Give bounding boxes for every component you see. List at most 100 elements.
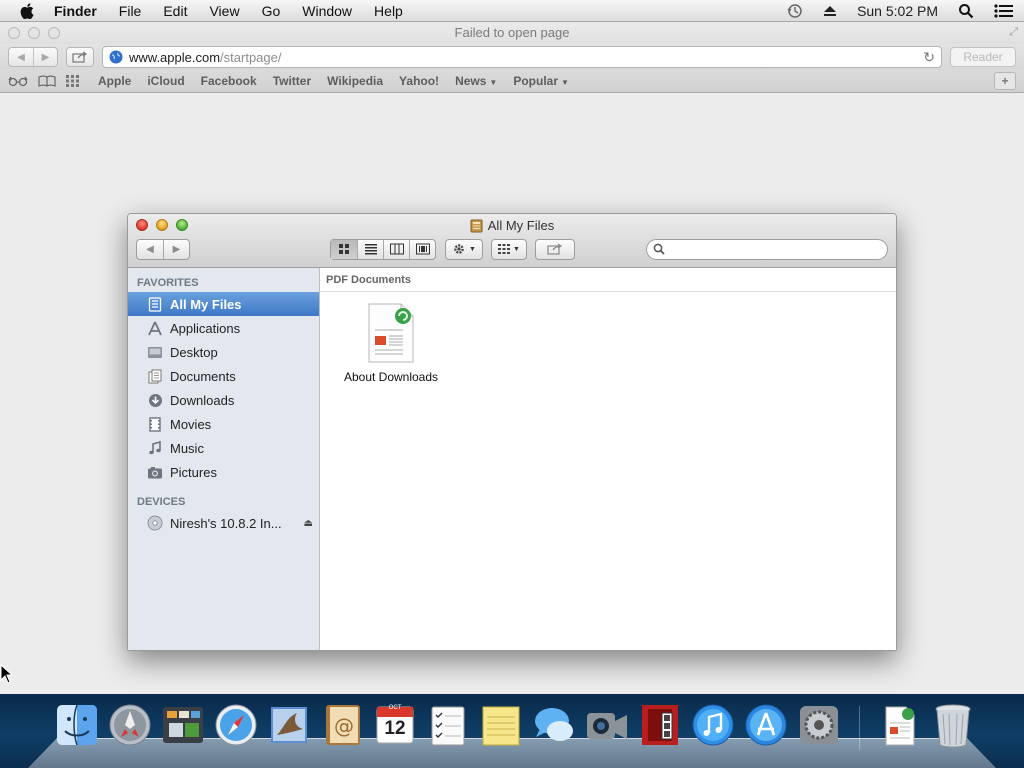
dock-safari-icon[interactable] xyxy=(213,700,259,750)
menu-window[interactable]: Window xyxy=(291,0,363,22)
eject-icon[interactable] xyxy=(823,5,837,17)
finder-window: All My Files ◀ ▶ ▼ ▼ FAVORITES All My Fi… xyxy=(127,213,897,651)
share-button[interactable] xyxy=(534,238,575,260)
dock-system-preferences-icon[interactable] xyxy=(796,700,842,750)
sidebar-item-applications[interactable]: Applications xyxy=(128,316,319,340)
sidebar-item-label: Downloads xyxy=(170,392,235,408)
list-view-icon[interactable] xyxy=(357,239,383,259)
dock-reminders-icon[interactable] xyxy=(425,700,471,750)
sidebar-item-all-my-files[interactable]: All My Files xyxy=(128,292,319,316)
forward-button[interactable]: ▶ xyxy=(163,239,189,259)
dock-mission-control-icon[interactable] xyxy=(160,700,206,750)
menu-go[interactable]: Go xyxy=(251,0,292,22)
finder-title-text: All My Files xyxy=(487,218,555,233)
dock-notes-icon[interactable] xyxy=(478,700,524,750)
back-button[interactable]: ◀ xyxy=(137,240,163,259)
reload-icon[interactable]: ↻ xyxy=(923,49,935,66)
forward-button[interactable]: ▶ xyxy=(33,48,57,66)
bookmark-facebook[interactable]: Facebook xyxy=(193,74,265,88)
chevron-down-icon: ▼ xyxy=(489,78,498,87)
finder-content: PDF Documents About Downloads xyxy=(320,268,896,650)
menu-app-name[interactable]: Finder xyxy=(54,0,108,22)
reader-button[interactable]: Reader xyxy=(950,47,1016,67)
dock-downloads-stack-icon[interactable] xyxy=(877,700,923,750)
downloads-icon xyxy=(146,392,164,408)
bookmark-apple[interactable]: Apple xyxy=(90,74,139,88)
share-icon xyxy=(547,243,562,255)
menu-help[interactable]: Help xyxy=(363,0,414,22)
sidebar-item-movies[interactable]: Movies xyxy=(128,412,319,436)
bookmark-folder-popular[interactable]: Popular ▼ xyxy=(505,74,577,88)
file-item-about-downloads[interactable]: About Downloads xyxy=(336,302,446,384)
file-label: About Downloads xyxy=(343,370,439,384)
dock-mail-icon[interactable] xyxy=(266,700,312,750)
cover-flow-view-icon[interactable] xyxy=(409,239,435,259)
bookmark-folder-news[interactable]: News ▼ xyxy=(447,74,505,88)
arrange-grid-icon xyxy=(497,244,510,254)
bookmarks-icon[interactable] xyxy=(38,75,56,87)
sidebar-item-label: Pictures xyxy=(170,464,217,480)
menu-bar: Finder File Edit View Go Window Help Sun… xyxy=(0,0,1024,22)
finder-body: FAVORITES All My Files Applications Desk… xyxy=(128,268,896,650)
column-view-icon[interactable] xyxy=(383,239,409,259)
dock-itunes-icon[interactable] xyxy=(690,700,736,750)
sidebar-item-device[interactable]: Niresh's 10.8.2 In... ⏏ xyxy=(128,511,319,535)
all-files-icon xyxy=(470,219,483,232)
spotlight-search-icon[interactable] xyxy=(958,3,974,19)
menubar-clock[interactable]: Sun 5:02 PM xyxy=(857,3,938,19)
sidebar-item-downloads[interactable]: Downloads xyxy=(128,388,319,412)
eject-icon[interactable]: ⏏ xyxy=(304,518,313,529)
sidebar-item-documents[interactable]: Documents xyxy=(128,364,319,388)
pictures-icon xyxy=(146,464,164,480)
share-icon xyxy=(72,51,88,63)
safari-toolbar: ◀ ▶ www.apple.com/startpage/ ↻ Reader xyxy=(0,44,1024,70)
finder-back-forward: ◀ ▶ xyxy=(136,238,190,260)
notification-center-icon[interactable] xyxy=(994,3,1014,19)
arrange-menu-button[interactable]: ▼ xyxy=(490,238,527,260)
dock-calendar-icon[interactable]: OCT 12 xyxy=(372,700,418,750)
dock-photo-booth-icon[interactable] xyxy=(637,700,683,750)
menu-file[interactable]: File xyxy=(108,0,153,22)
sidebar-item-desktop[interactable]: Desktop xyxy=(128,340,319,364)
chevron-down-icon: ▼ xyxy=(469,245,476,253)
finder-search-field[interactable] xyxy=(646,238,888,260)
finder-toolbar: ◀ ▶ ▼ ▼ xyxy=(136,238,888,260)
calendar-month: OCT xyxy=(388,705,402,711)
finder-title: All My Files xyxy=(128,218,896,233)
dock-facetime-icon[interactable] xyxy=(584,700,630,750)
finder-titlebar: All My Files ◀ ▶ ▼ ▼ xyxy=(128,214,896,268)
menu-view[interactable]: View xyxy=(198,0,250,22)
bookmark-twitter[interactable]: Twitter xyxy=(265,74,319,88)
dock-contacts-icon[interactable]: @ xyxy=(319,700,365,750)
bookmark-wikipedia[interactable]: Wikipedia xyxy=(319,74,391,88)
dock: @ OCT 12 xyxy=(0,694,1024,768)
dock-app-store-icon[interactable] xyxy=(743,700,789,750)
all-files-icon xyxy=(146,296,164,312)
reading-list-icon[interactable] xyxy=(8,75,28,87)
dock-finder-icon[interactable] xyxy=(54,700,100,750)
dock-trash-icon[interactable] xyxy=(930,700,976,750)
bookmark-yahoo[interactable]: Yahoo! xyxy=(391,74,447,88)
svg-text:@: @ xyxy=(334,714,354,738)
apple-menu-icon[interactable] xyxy=(0,2,54,19)
top-sites-icon[interactable] xyxy=(66,75,80,87)
dock-launchpad-icon[interactable] xyxy=(107,700,153,750)
sidebar-item-pictures[interactable]: Pictures xyxy=(128,460,319,484)
sidebar-item-label: All My Files xyxy=(170,296,242,312)
share-button[interactable] xyxy=(66,47,94,67)
chevron-down-icon: ▼ xyxy=(561,78,569,87)
time-machine-icon[interactable] xyxy=(787,3,803,19)
sidebar-item-music[interactable]: Music xyxy=(128,436,319,460)
back-button[interactable]: ◀ xyxy=(9,48,33,66)
bookmark-icloud[interactable]: iCloud xyxy=(139,74,192,88)
music-icon xyxy=(146,440,164,456)
menu-edit[interactable]: Edit xyxy=(152,0,198,22)
fullscreen-icon[interactable]: ⤢ xyxy=(1009,26,1018,39)
address-bar[interactable]: www.apple.com/startpage/ ↻ xyxy=(102,46,942,68)
dock-messages-icon[interactable] xyxy=(531,700,577,750)
group-header: PDF Documents xyxy=(320,268,896,292)
sidebar-item-label: Niresh's 10.8.2 In... xyxy=(170,515,282,531)
new-tab-button[interactable]: + xyxy=(994,72,1016,90)
action-menu-button[interactable]: ▼ xyxy=(445,238,483,260)
icon-view-icon[interactable] xyxy=(331,239,357,259)
